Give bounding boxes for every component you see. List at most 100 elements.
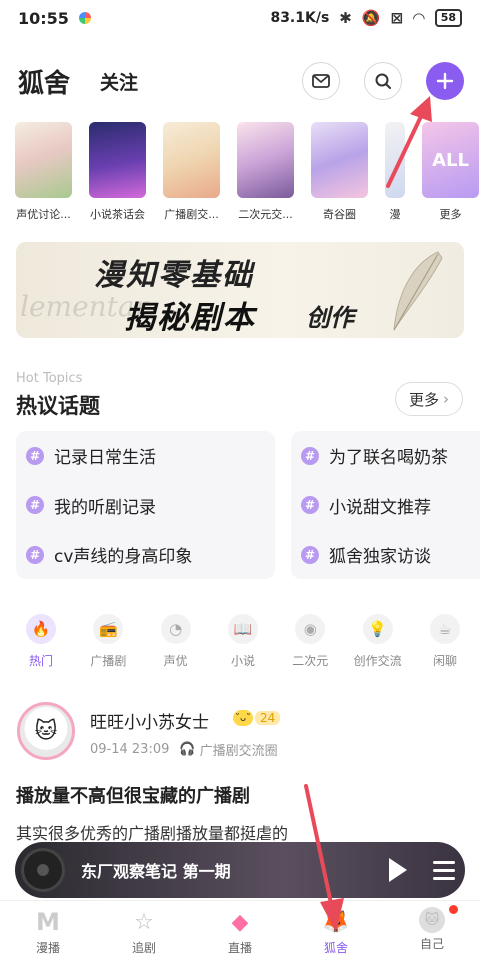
- hash-icon: #: [26, 545, 44, 564]
- topic-label: 记录日常生活: [54, 448, 156, 468]
- player-title: 东厂观察笔记 第一期: [81, 862, 231, 881]
- tab-follow[interactable]: 关注: [100, 68, 138, 95]
- nav-label: 追剧: [131, 941, 156, 955]
- search-icon: [375, 73, 391, 89]
- tab-radio-drama[interactable]: 📻 广播剧: [77, 614, 139, 669]
- topic-item[interactable]: # 我的听剧记录: [26, 493, 265, 518]
- microphone-icon: ◔: [160, 614, 191, 644]
- topic-item[interactable]: # cv声线的身高印象: [26, 542, 265, 567]
- tab-hot[interactable]: 🔥 热门: [10, 614, 72, 669]
- circle-thumbnail: [311, 122, 368, 198]
- topic-card-right: # 为了联名喝奶茶 # 小说甜文推荐 # 狐舍独家访谈: [291, 431, 480, 579]
- category-label: 二次元: [292, 654, 329, 668]
- topic-item[interactable]: # 小说甜文推荐: [301, 493, 480, 518]
- topic-item[interactable]: # 记录日常生活: [26, 443, 265, 468]
- top-header: 狐舍 关注: [18, 58, 464, 104]
- post-time: 09-14 23:09: [90, 742, 170, 757]
- hot-topics-more-button[interactable]: 更多 ›: [395, 382, 463, 416]
- lightbulb-icon: 💡: [362, 614, 393, 644]
- banner-line-3: 创作: [306, 303, 354, 332]
- hot-topics-title: 热议话题: [16, 394, 100, 418]
- nav-label: 直播: [227, 941, 252, 955]
- category-label: 声优: [163, 654, 188, 668]
- topic-item[interactable]: # 为了联名喝奶茶: [301, 443, 480, 468]
- topic-item[interactable]: # 狐舍独家访谈: [301, 542, 480, 567]
- post-meta: 09-14 23:09 🎧 广播剧交流圈: [90, 740, 278, 759]
- mute-icon: 🔕: [361, 9, 381, 27]
- post-author[interactable]: 旺旺小小苏女士: [90, 708, 209, 733]
- avatar[interactable]: 🐱: [17, 702, 75, 760]
- circle-label: 小说茶话会: [90, 208, 145, 221]
- tab-voice-actor[interactable]: ◔ 声优: [145, 614, 207, 669]
- tab-chat[interactable]: ☕ 闲聊: [414, 614, 476, 669]
- circle-item[interactable]: 小说茶话会: [89, 122, 146, 232]
- circle-item[interactable]: 漫: [385, 122, 405, 232]
- tab-acg[interactable]: ◉ 二次元: [279, 614, 341, 669]
- plus-icon: [436, 72, 454, 90]
- post-body[interactable]: 其实很多优秀的广播剧播放量都挺虐的: [16, 820, 288, 844]
- circle-thumbnail-all: ALL: [422, 122, 479, 198]
- circle-label: 奇谷圈: [323, 208, 356, 221]
- search-button[interactable]: [364, 62, 402, 100]
- circle-item[interactable]: 声优讨论...: [15, 122, 72, 232]
- category-label: 创作交流: [353, 654, 402, 668]
- circle-thumbnail: [89, 122, 146, 198]
- circle-label: 漫: [389, 208, 401, 221]
- circle-item[interactable]: 奇谷圈: [311, 122, 368, 232]
- circle-item[interactable]: 二次元交...: [237, 122, 294, 232]
- playlist-icon[interactable]: [433, 860, 455, 880]
- nav-label: 狐舍: [323, 941, 348, 955]
- pokeball-icon: ◉: [295, 614, 326, 644]
- topic-label: 狐舍独家访谈: [329, 547, 431, 567]
- nav-live[interactable]: ◆ 直播: [192, 901, 288, 960]
- topic-label: cv声线的身高印象: [54, 547, 193, 567]
- hash-icon: #: [26, 496, 44, 514]
- mini-player[interactable]: 东厂观察笔记 第一期: [15, 842, 465, 898]
- circle-item[interactable]: 广播剧交...: [163, 122, 220, 232]
- level-number: 24: [255, 711, 281, 725]
- circles-row: 声优讨论... 小说茶话会 广播剧交... 二次元交... 奇谷圈 漫 ALL …: [15, 122, 480, 232]
- play-icon[interactable]: [389, 858, 407, 882]
- net-speed: 83.1K/s: [270, 10, 330, 26]
- feather-icon: [393, 251, 443, 331]
- circle-thumbnail: [385, 122, 405, 198]
- tab-foxden[interactable]: 狐舍: [18, 63, 70, 100]
- circle-thumbnail: [15, 122, 72, 198]
- banner-line-1: 漫知零基础: [94, 258, 254, 293]
- topic-label: 小说甜文推荐: [329, 497, 431, 518]
- hash-icon: #: [26, 446, 44, 465]
- category-tabs: 🔥 热门 📻 广播剧 ◔ 声优 📖 小说 ◉ 二次元 💡 创作交流 ☕ 闲聊: [10, 614, 480, 669]
- mail-button[interactable]: [302, 62, 340, 100]
- nav-manbo[interactable]: M 漫播: [0, 901, 96, 960]
- circle-item-more[interactable]: ALL 更多: [422, 122, 479, 232]
- topic-label: 我的听剧记录: [54, 497, 156, 518]
- promo-banner[interactable]: lementar 漫知零基础 揭秘剧本 创作: [16, 242, 464, 338]
- post-title[interactable]: 播放量不高但很宝藏的广播剧: [16, 782, 250, 808]
- category-label: 闲聊: [432, 654, 457, 668]
- topic-label: 为了联名喝奶茶: [329, 448, 448, 468]
- tab-novel[interactable]: 📖 小说: [212, 614, 274, 669]
- circle-thumbnail: [237, 122, 294, 198]
- topic-card-left: # 记录日常生活 # 我的听剧记录 # cv声线的身高印象: [16, 431, 275, 579]
- circle-label: 广播剧交...: [164, 208, 219, 221]
- mail-icon: [312, 74, 330, 88]
- create-post-button[interactable]: [426, 62, 464, 100]
- tab-creative[interactable]: 💡 创作交流: [347, 614, 409, 669]
- more-label: 更多: [408, 390, 439, 409]
- fox-icon: 🦊: [322, 909, 350, 935]
- banner-line-2: 揭秘剧本: [124, 300, 256, 336]
- category-label: 热门: [28, 654, 53, 668]
- radio-icon: 📻: [93, 614, 124, 644]
- category-label: 小说: [230, 654, 255, 668]
- post-circle[interactable]: 广播剧交流圈: [200, 740, 278, 759]
- circle-thumbnail: [163, 122, 220, 198]
- nav-foxden[interactable]: 🦊 狐舍: [288, 901, 384, 960]
- sim-off-icon: ⊠: [390, 9, 404, 27]
- nav-profile[interactable]: 🐱 自己: [384, 901, 480, 960]
- flame-icon: 🔥: [26, 614, 56, 644]
- header-actions: [302, 62, 464, 100]
- circle-label: 更多: [439, 208, 462, 221]
- notification-dot: [449, 905, 458, 914]
- nav-follow-drama[interactable]: ☆ 追剧: [96, 901, 192, 960]
- circle-label: 声优讨论...: [16, 208, 71, 221]
